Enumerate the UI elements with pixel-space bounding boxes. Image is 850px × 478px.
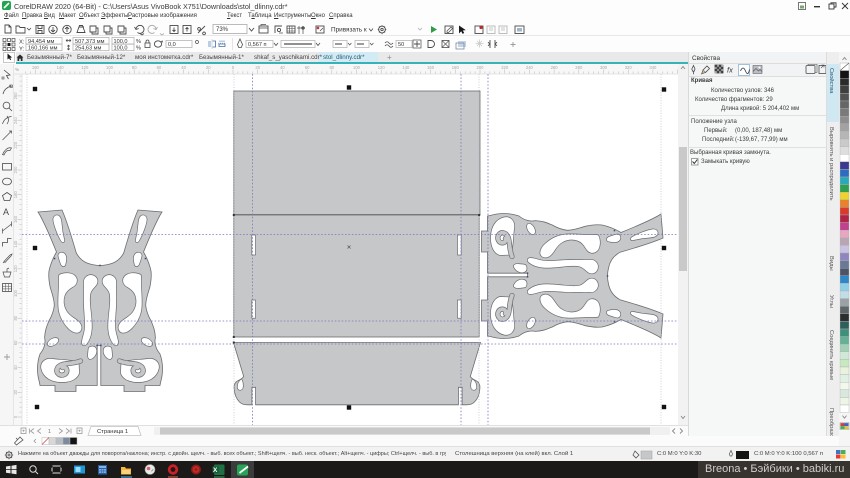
svg-text:80: 80 xyxy=(329,65,334,70)
svg-text:200: 200 xyxy=(477,65,485,70)
svg-text:300: 300 xyxy=(600,65,608,70)
svg-text:80: 80 xyxy=(132,65,137,70)
svg-text:200: 200 xyxy=(14,166,18,174)
svg-text:260: 260 xyxy=(551,65,559,70)
svg-text:160: 160 xyxy=(14,215,18,223)
svg-text:60: 60 xyxy=(305,65,310,70)
svg-text:100: 100 xyxy=(106,65,114,70)
svg-text:220: 220 xyxy=(14,141,18,149)
svg-text:180: 180 xyxy=(452,65,460,70)
svg-text:320: 320 xyxy=(625,65,633,70)
svg-text:140: 140 xyxy=(14,240,18,248)
svg-text:73%: 73% xyxy=(216,27,229,33)
svg-text:0,0: 0,0 xyxy=(168,42,176,48)
svg-text:%: % xyxy=(15,67,19,72)
svg-text:280: 280 xyxy=(575,65,583,70)
svg-text:120: 120 xyxy=(378,65,386,70)
svg-text:40: 40 xyxy=(14,365,18,370)
svg-text:50: 50 xyxy=(398,42,404,48)
svg-text:120: 120 xyxy=(81,65,89,70)
svg-text:20: 20 xyxy=(255,65,260,70)
svg-text:340: 340 xyxy=(649,65,657,70)
svg-text:100,0: 100,0 xyxy=(114,46,128,52)
svg-text:1: 1 xyxy=(48,429,51,435)
svg-text:X:: X: xyxy=(19,40,25,46)
svg-text:220: 220 xyxy=(501,65,509,70)
svg-text:A: A xyxy=(3,207,9,217)
svg-text:160,166 мм: 160,166 мм xyxy=(28,46,58,52)
svg-text:60: 60 xyxy=(157,65,162,70)
svg-text:%: % xyxy=(136,39,141,45)
svg-text:260: 260 xyxy=(14,92,18,100)
svg-text:80: 80 xyxy=(14,315,18,320)
svg-text:100: 100 xyxy=(353,65,361,70)
svg-text:20: 20 xyxy=(14,389,18,394)
svg-text:Привязать к: Привязать к xyxy=(331,27,367,34)
svg-text:140: 140 xyxy=(57,65,65,70)
svg-text:Страница 1: Страница 1 xyxy=(97,429,128,435)
svg-text:160: 160 xyxy=(32,65,40,70)
svg-text:160: 160 xyxy=(427,65,435,70)
svg-text:%: % xyxy=(136,46,141,52)
svg-text:40: 40 xyxy=(181,65,186,70)
svg-text:60: 60 xyxy=(14,340,18,345)
svg-text:40: 40 xyxy=(280,65,285,70)
svg-text:120: 120 xyxy=(14,265,18,273)
svg-text:X: X xyxy=(213,467,218,474)
svg-text:0,567 п: 0,567 п xyxy=(248,42,267,48)
svg-text:254,63 мм: 254,63 мм xyxy=(75,46,102,52)
svg-text:180: 180 xyxy=(14,191,18,199)
svg-text:100: 100 xyxy=(14,289,18,297)
svg-text:240: 240 xyxy=(526,65,534,70)
svg-text:20: 20 xyxy=(206,65,211,70)
svg-text:fx: fx xyxy=(727,66,733,75)
svg-text:140: 140 xyxy=(402,65,410,70)
svg-text:240: 240 xyxy=(14,116,18,124)
